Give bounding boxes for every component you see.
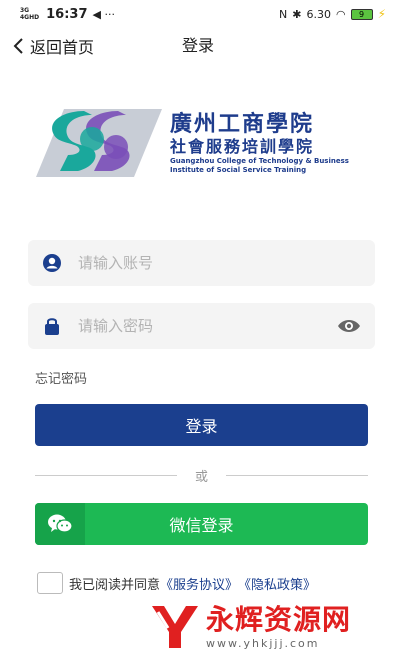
- wifi-icon: ◠: [335, 7, 346, 21]
- page-title: 登录: [182, 36, 215, 55]
- divider-line-left: [35, 474, 177, 476]
- college-logo: 廣州工商學院 社會服務培訓學院 Guangzhou College of Tec…: [34, 108, 374, 178]
- account-input[interactable]: [78, 254, 361, 272]
- or-divider: 或: [35, 466, 369, 485]
- password-field: [28, 303, 375, 349]
- back-button[interactable]: 返回首页: [12, 32, 94, 60]
- watermark-text: 永辉资源网 www.yhkjjj.com: [206, 603, 351, 651]
- or-label: 或: [195, 469, 209, 485]
- login-button[interactable]: 登录: [35, 404, 368, 446]
- lock-icon: [42, 316, 62, 336]
- charging-icon: ⚡: [377, 7, 386, 21]
- eye-icon[interactable]: [337, 316, 361, 336]
- college-name: 廣州工商學院 社會服務培訓學院 Guangzhou College of Tec…: [170, 111, 349, 175]
- privacy-link[interactable]: 《隐私政策》: [238, 574, 316, 593]
- nfc-icon: N: [279, 7, 288, 21]
- watermark-name: 永辉资源网: [206, 603, 352, 636]
- wechat-login-button[interactable]: 微信登录: [35, 503, 368, 545]
- college-name-cn-1: 廣州工商學院: [170, 111, 315, 137]
- terms-link[interactable]: 《服务协议》: [160, 574, 238, 593]
- battery-icon: 9: [350, 8, 373, 20]
- nav-bar: 返回首页 登录: [0, 30, 400, 62]
- wechat-icon: [35, 503, 85, 545]
- network-4g-label: 4GHD: [20, 14, 40, 21]
- account-field: [28, 240, 375, 286]
- back-label: 返回首页: [30, 38, 95, 57]
- college-name-cn-2: 社會服務培訓學院: [170, 137, 315, 156]
- agreement-text: 我已阅读并同意: [69, 577, 161, 593]
- network-3g-label: 3G: [20, 7, 30, 14]
- battery-level: 9: [359, 9, 365, 19]
- watermark-url: www.yhkjjj.com: [206, 637, 320, 650]
- college-name-en-1: Guangzhou College of Technology & Busine…: [170, 157, 349, 165]
- status-time: 16:37: [46, 6, 88, 22]
- network-speed: 6.30: [306, 7, 331, 21]
- agreement-checkbox[interactable]: [37, 572, 63, 594]
- agreement-row: 我已阅读并同意 《服务协议》 《隐私政策》: [37, 572, 316, 594]
- user-icon: [42, 253, 62, 273]
- status-bar: 3G 4GHD 16:37 ◀ ··· N ✱ 6.30 ◠ 9 ⚡: [0, 0, 400, 28]
- college-name-en-2: Institute of Social Service Training: [170, 166, 307, 174]
- wechat-login-label: 微信登录: [169, 516, 234, 535]
- back-chevron-icon: [12, 37, 24, 55]
- watermark-logo-icon: [152, 606, 198, 648]
- forgot-password-link[interactable]: 忘记密码: [35, 368, 87, 387]
- status-right: N ✱ 6.30 ◠ 9 ⚡: [279, 7, 386, 21]
- status-left: 3G 4GHD 16:37 ◀ ···: [20, 7, 115, 22]
- watermark: 永辉资源网 www.yhkjjj.com: [148, 598, 388, 656]
- status-extra-icons: ◀ ···: [92, 7, 115, 21]
- bluetooth-icon: ✱: [292, 7, 302, 21]
- divider-line-right: [226, 474, 369, 476]
- password-input[interactable]: [78, 317, 337, 335]
- college-logo-mark-icon: [36, 109, 162, 177]
- network-indicator: 3G 4GHD: [20, 7, 39, 21]
